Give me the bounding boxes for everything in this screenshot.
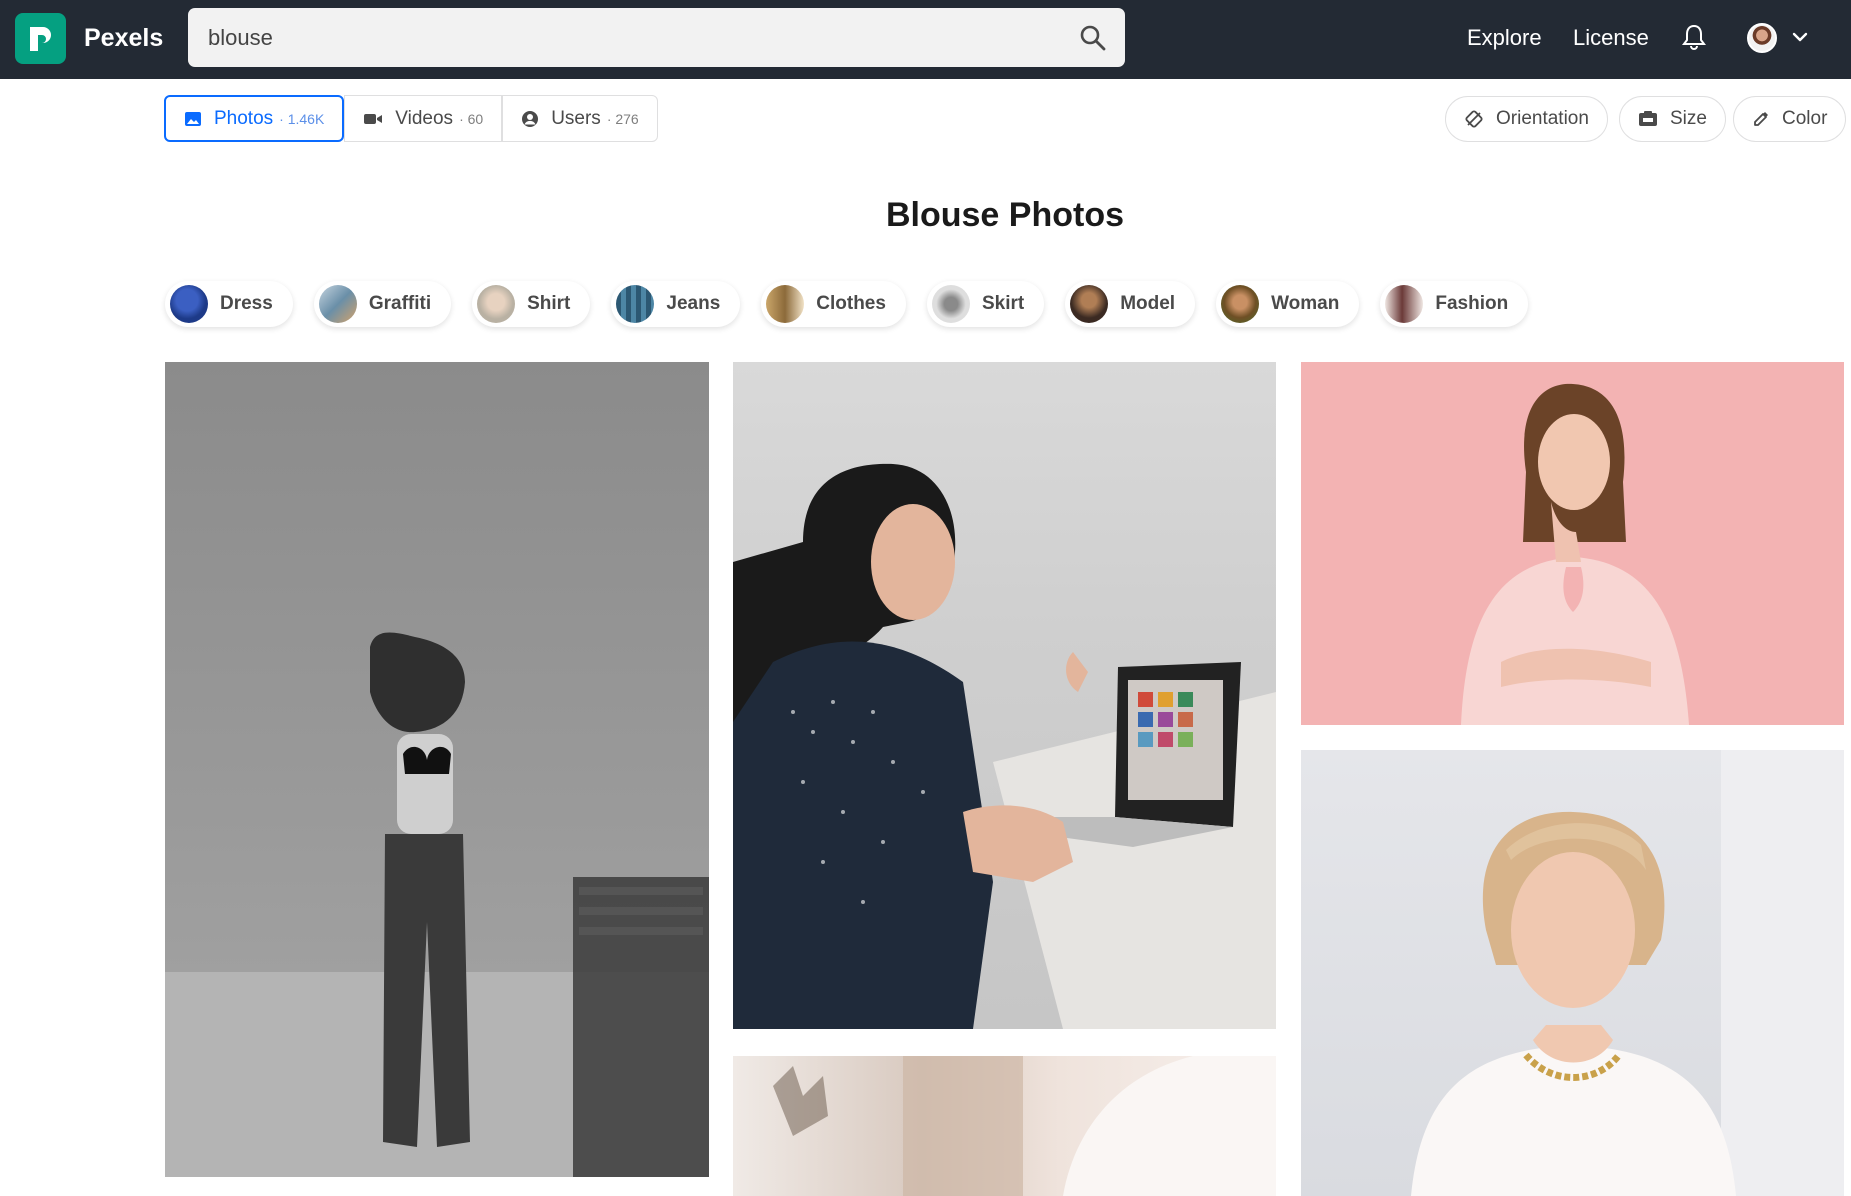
chip-thumbnail [931, 285, 970, 323]
search-icon[interactable] [1079, 24, 1107, 52]
color-filter-label: Color [1782, 108, 1828, 129]
chevron-down-icon[interactable] [1790, 27, 1810, 47]
notification-bell-icon[interactable] [1681, 23, 1707, 51]
photo-card[interactable] [733, 362, 1276, 1029]
chip-label: Jeans [666, 293, 721, 314]
orientation-icon [1465, 110, 1483, 128]
related-chip-fashion[interactable]: Fashion [1380, 281, 1529, 327]
top-navbar: Pexels Explore License [0, 0, 1851, 79]
related-chip-skirt[interactable]: Skirt [926, 281, 1045, 327]
related-chip-jeans[interactable]: Jeans [611, 281, 741, 327]
orientation-filter-button[interactable]: Orientation [1445, 96, 1608, 142]
eyedropper-icon [1754, 112, 1768, 126]
media-type-tabs: Photos · 1.46K Videos · 60 Users · 276 [164, 95, 658, 142]
tab-videos-label: Videos [395, 107, 454, 129]
tab-videos-count: · 60 [459, 110, 484, 127]
chip-label: Model [1120, 293, 1176, 314]
tab-videos[interactable]: Videos · 60 [344, 95, 503, 142]
chip-thumbnail [1221, 285, 1260, 323]
video-camera-icon [364, 113, 383, 124]
photo-card[interactable] [1301, 750, 1844, 1196]
photo-image [733, 463, 1276, 1029]
user-avatar[interactable] [1747, 23, 1777, 53]
chip-thumbnail [477, 285, 516, 323]
chip-label: Woman [1271, 293, 1340, 314]
chip-thumbnail [170, 285, 208, 323]
chip-thumbnail [318, 285, 357, 323]
nav-license[interactable]: License [1573, 25, 1649, 51]
chip-label: Skirt [981, 293, 1025, 314]
chip-label: Fashion [1435, 293, 1509, 314]
chip-label: Dress [220, 293, 273, 314]
color-filter-button[interactable]: Color [1733, 96, 1847, 142]
tab-photos-count: · 1.46K [279, 110, 325, 127]
photo-card[interactable] [165, 362, 709, 1177]
size-filter-label: Size [1670, 108, 1707, 129]
nav-explore[interactable]: Explore [1467, 25, 1542, 51]
related-chip-dress[interactable]: Dress [165, 281, 293, 327]
related-chip-shirt[interactable]: Shirt [472, 281, 591, 327]
chip-thumbnail [766, 285, 805, 323]
page-title: Blouse Photos [885, 196, 1125, 234]
chip-label: Graffiti [368, 293, 432, 314]
tab-users[interactable]: Users · 276 [502, 95, 658, 142]
pexels-logo[interactable] [15, 13, 66, 64]
photo-image [165, 632, 709, 1177]
image-icon [185, 111, 201, 126]
related-chip-clothes[interactable]: Clothes [761, 281, 906, 327]
tab-users-label: Users [551, 107, 601, 129]
size-filter-button[interactable]: Size [1619, 96, 1726, 142]
related-searches: Dress Graffiti Shirt Jeans Clothes Skirt… [165, 281, 1529, 327]
related-chip-graffiti[interactable]: Graffiti [313, 281, 452, 327]
related-chip-model[interactable]: Model [1065, 281, 1196, 327]
chip-thumbnail [1385, 285, 1424, 323]
chip-label: Clothes [816, 293, 886, 314]
tab-users-count: · 276 [606, 110, 639, 127]
orientation-filter-label: Orientation [1496, 108, 1589, 129]
search-bar[interactable] [188, 8, 1125, 67]
brand-name[interactable]: Pexels [84, 24, 163, 53]
photo-card[interactable] [733, 1056, 1276, 1196]
chip-thumbnail [616, 285, 655, 323]
photo-image [1461, 383, 1689, 725]
pexels-logo-icon [29, 26, 51, 51]
size-icon [1639, 111, 1657, 126]
user-circle-icon [522, 110, 539, 127]
related-chip-woman[interactable]: Woman [1216, 281, 1360, 327]
photo-image [773, 1056, 1276, 1196]
chip-label: Shirt [527, 293, 571, 314]
chip-thumbnail [1070, 285, 1109, 323]
tab-photos-label: Photos [214, 107, 274, 129]
photo-card[interactable] [1301, 362, 1844, 725]
photo-image [1411, 750, 1844, 1196]
search-input[interactable] [208, 8, 1058, 67]
tab-photos[interactable]: Photos · 1.46K [164, 95, 345, 142]
